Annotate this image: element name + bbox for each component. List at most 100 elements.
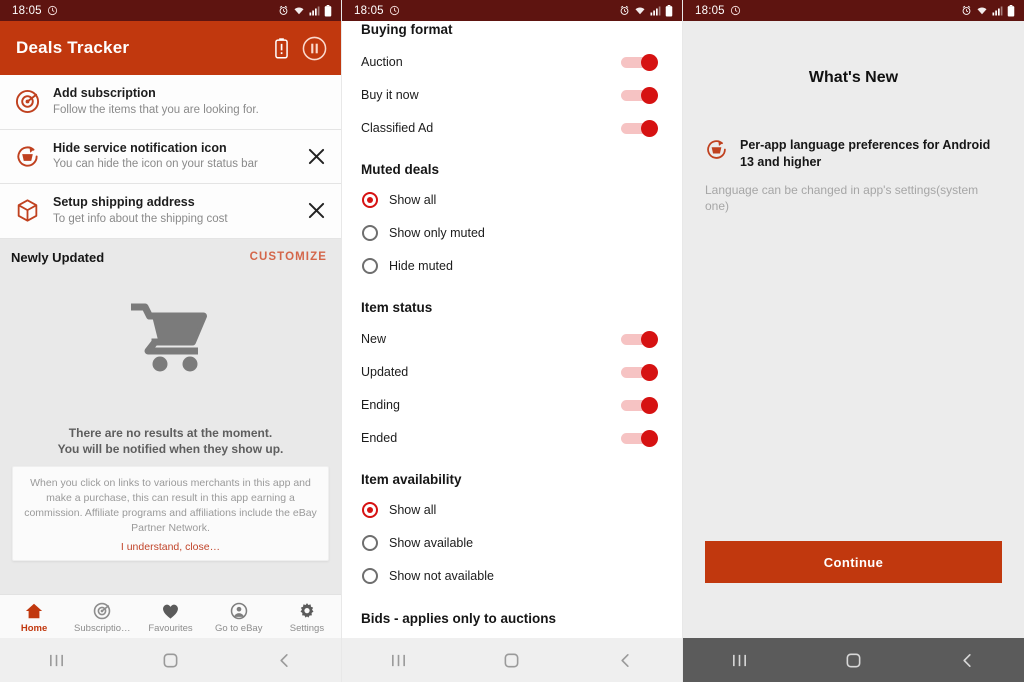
- tab-label: Subscriptio…: [74, 622, 131, 634]
- setting-row-updated[interactable]: Updated: [342, 355, 682, 388]
- status-bar-right: [961, 4, 1015, 17]
- pause-circle-icon[interactable]: [302, 36, 327, 61]
- dismiss-button[interactable]: [303, 148, 329, 165]
- list-item-title: Setup shipping address: [53, 195, 195, 210]
- home-icon: [25, 603, 43, 618]
- alarm-icon: [279, 5, 288, 15]
- dismiss-button[interactable]: [303, 202, 329, 219]
- whats-new-item-text: Per-app language preferences for Android…: [740, 137, 1002, 170]
- setting-row-ending[interactable]: Ending: [342, 388, 682, 421]
- toggle-buy-it-now[interactable]: [621, 86, 658, 104]
- status-bar-time: 18:05: [695, 4, 725, 17]
- tab-label: Favourites: [148, 622, 193, 634]
- setting-label: Ending: [361, 397, 400, 412]
- radar-target-icon: [94, 602, 111, 619]
- recents-icon[interactable]: [27, 638, 87, 682]
- tab-home[interactable]: Home: [0, 602, 68, 634]
- setting-label: Updated: [361, 364, 409, 379]
- close-icon: [308, 148, 324, 164]
- screen-whats-new: 18:05 What's New Per-app language prefer…: [683, 0, 1024, 682]
- home-square-icon[interactable]: [140, 638, 200, 682]
- package-box-icon: [14, 198, 40, 223]
- empty-state-line1: There are no results at the moment.: [68, 425, 273, 440]
- list-item[interactable]: Hide service notification icon You can h…: [0, 129, 341, 185]
- toggle-auction[interactable]: [621, 53, 658, 71]
- setting-row-buy-it-now[interactable]: Buy it now: [342, 78, 682, 111]
- radio-muted-hide-muted[interactable]: Hide muted: [342, 249, 682, 282]
- app-bar-actions: [275, 36, 327, 61]
- back-chevron-icon[interactable]: [595, 638, 655, 682]
- setting-label: New: [361, 331, 387, 346]
- section-header: Newly Updated CUSTOMIZE: [0, 238, 341, 275]
- gear-icon: [300, 602, 314, 618]
- tab-label: Home: [20, 622, 48, 634]
- radar-target-icon: [14, 89, 40, 114]
- shopping-cart-icon: [130, 302, 211, 379]
- toggle-classified-ad[interactable]: [621, 119, 658, 137]
- home-square-icon[interactable]: [482, 638, 542, 682]
- tab-label: Go to eBay: [214, 622, 263, 634]
- signal-icon: [992, 6, 1003, 15]
- setting-row-auction[interactable]: Auction: [342, 45, 682, 78]
- list-item-title: Add subscription: [53, 86, 156, 100]
- toggle-new[interactable]: [621, 330, 658, 348]
- toggle-ended[interactable]: [621, 429, 658, 447]
- setting-row-ended[interactable]: Ended: [342, 421, 682, 454]
- app-title: Deals Tracker: [16, 38, 130, 57]
- tab-go-to-ebay[interactable]: Go to eBay: [205, 602, 273, 634]
- tab-label: Settings: [289, 622, 325, 634]
- app-status-icon: [730, 5, 740, 16]
- recents-icon[interactable]: [710, 638, 770, 682]
- group-title-muted-deals: Muted deals: [361, 162, 440, 177]
- tab-subscriptions[interactable]: Subscriptio…: [68, 602, 136, 634]
- toggle-ending[interactable]: [621, 396, 658, 414]
- status-bar-left: 18:05: [695, 5, 741, 17]
- whats-new-item: Per-app language preferences for Android…: [705, 137, 1002, 170]
- back-chevron-icon[interactable]: [937, 638, 997, 682]
- radio-muted-show-all[interactable]: Show all: [342, 183, 682, 216]
- wifi-icon: [977, 7, 987, 15]
- disclaimer-text: When you click on links to various merch…: [24, 477, 317, 534]
- affiliate-disclaimer: When you click on links to various merch…: [12, 466, 329, 561]
- disclaimer-ack-link[interactable]: I understand, close…: [24, 541, 317, 553]
- recents-icon[interactable]: [369, 638, 429, 682]
- radio-availability-show-available[interactable]: Show available: [342, 526, 682, 559]
- list-item[interactable]: Add subscription Follow the items that y…: [0, 75, 341, 130]
- group-title-item-status: Item status: [361, 300, 433, 315]
- radio-label: Show only muted: [389, 225, 485, 240]
- radio-muted-show-only-muted[interactable]: Show only muted: [342, 216, 682, 249]
- radio-label: Show available: [389, 535, 474, 550]
- setting-row-classified-ad[interactable]: Classified Ad: [342, 111, 682, 144]
- radio-availability-show-all[interactable]: Show all: [342, 493, 682, 526]
- continue-button[interactable]: Continue: [705, 541, 1002, 583]
- wifi-icon: [635, 7, 645, 15]
- list-item-text: Hide service notification icon You can h…: [53, 141, 290, 173]
- wifi-icon: [294, 7, 304, 15]
- bottom-tab-bar: Home Subscriptio… Favourites Go to eBay …: [0, 594, 341, 638]
- home-square-icon[interactable]: [823, 638, 883, 682]
- list-item[interactable]: Setup shipping address To get info about…: [0, 184, 341, 239]
- signal-icon: [650, 6, 661, 15]
- settings-scroll-area[interactable]: Buying format Auction Buy it now Classif…: [342, 21, 682, 638]
- tab-favourites[interactable]: Favourites: [136, 602, 204, 634]
- battery-alert-icon[interactable]: [275, 37, 288, 59]
- setting-label: Buy it now: [361, 87, 419, 102]
- battery-icon: [324, 4, 332, 16]
- status-bar-left: 18:05: [354, 5, 400, 17]
- radio-label: Show all: [389, 192, 437, 207]
- setting-row-new[interactable]: New: [342, 322, 682, 355]
- screenshot-root: 18:05 Deals Tracker Add subscription Fol…: [0, 0, 1024, 682]
- android-nav-bar: [0, 638, 341, 682]
- screen-filter-settings: 18:05 Buying format Auction Buy it now C…: [341, 0, 683, 682]
- setting-label: Classified Ad: [361, 120, 434, 135]
- toggle-updated[interactable]: [621, 363, 658, 381]
- back-chevron-icon[interactable]: [254, 638, 314, 682]
- customize-button[interactable]: CUSTOMIZE: [250, 251, 327, 263]
- tab-settings[interactable]: Settings: [273, 602, 341, 634]
- screen1-body: Add subscription Follow the items that y…: [0, 75, 341, 638]
- radio-availability-show-not-available[interactable]: Show not available: [342, 559, 682, 592]
- whats-new-description: Language can be changed in app's setting…: [705, 183, 979, 214]
- signal-icon: [309, 6, 320, 15]
- list-item-title: Hide service notification icon: [53, 140, 227, 155]
- group-title-item-availability: Item availability: [361, 472, 462, 487]
